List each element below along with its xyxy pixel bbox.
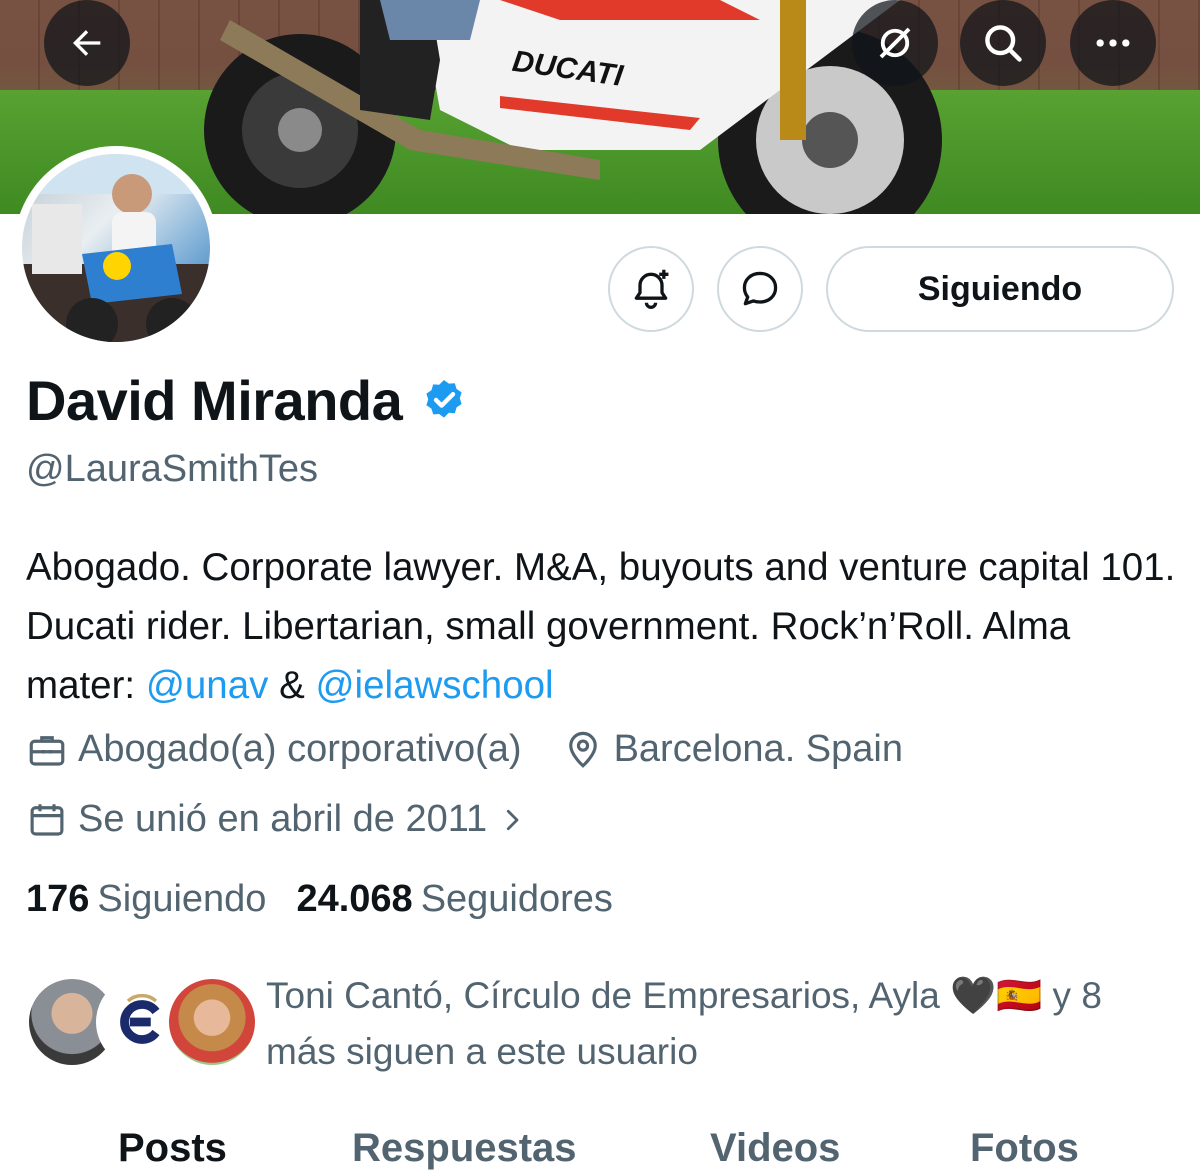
bio-and: & — [268, 664, 316, 707]
joined-text: Se unió en abril de 2011 — [78, 798, 488, 840]
profile-meta-row-1: Abogado(a) corporativo(a) Barcelona. Spa… — [26, 728, 943, 771]
location-item: Barcelona. Spain — [562, 728, 903, 771]
avatar — [166, 976, 258, 1068]
verified-badge-icon[interactable] — [420, 377, 468, 425]
bell-plus-icon — [634, 269, 669, 309]
tab-respuestas[interactable]: Respuestas — [352, 1126, 577, 1171]
followers-stat[interactable]: 24.068 Seguidores — [296, 878, 612, 921]
followers-count: 24.068 — [296, 878, 413, 920]
profession-text: Abogado(a) corporativo(a) — [78, 728, 522, 770]
profile-meta-row-2[interactable]: Se unió en abril de 2011 — [26, 798, 567, 841]
following-label: Siguiendo — [97, 878, 267, 920]
bio-mention-unav[interactable]: @unav — [146, 664, 269, 707]
chat-bubble-icon — [742, 271, 778, 306]
profile-handle: @LauraSmithTes — [26, 448, 319, 490]
profile-name-row: David Miranda — [26, 368, 468, 433]
arrow-left-icon — [73, 30, 101, 56]
profession-item: Abogado(a) corporativo(a) — [26, 728, 522, 771]
bio-mention-ielawschool[interactable]: @ielawschool — [315, 664, 553, 707]
back-button[interactable] — [44, 0, 130, 86]
followers-avatars — [26, 976, 258, 1068]
profile-avatar[interactable] — [14, 146, 218, 350]
followers-you-know-text: Toni Cantó, Círculo de Empresarios, Ayla… — [266, 975, 1102, 1072]
more-icon — [1096, 39, 1130, 47]
chevron-right-icon — [507, 809, 519, 830]
search-button[interactable] — [960, 0, 1046, 86]
briefcase-icon — [29, 735, 65, 766]
profile-bio: Abogado. Corporate lawyer. M&A, buyouts … — [26, 538, 1176, 715]
notifications-button[interactable] — [608, 246, 694, 332]
location-text: Barcelona. Spain — [613, 728, 903, 770]
profile-stats: 176 Siguiendo 24.068 Seguidores — [26, 878, 613, 921]
search-icon — [985, 25, 1022, 62]
joined-item[interactable]: Se unió en abril de 2011 — [26, 798, 527, 841]
more-button[interactable] — [1070, 0, 1156, 86]
calendar-icon — [30, 803, 64, 836]
grok-button[interactable] — [852, 0, 938, 86]
tab-videos[interactable]: Videos — [710, 1126, 840, 1171]
message-button[interactable] — [717, 246, 803, 332]
followers-you-know[interactable]: Toni Cantó, Círculo de Empresarios, Ayla… — [26, 968, 1176, 1072]
grok-icon — [879, 27, 911, 59]
profile-name: David Miranda — [26, 369, 403, 432]
profile-tabs: Posts Respuestas Videos Fotos — [0, 1120, 1200, 1171]
tab-fotos[interactable]: Fotos — [970, 1126, 1079, 1171]
followers-label: Seguidores — [420, 878, 613, 920]
avatar-photo — [22, 154, 210, 342]
following-count: 176 — [26, 878, 90, 920]
following-stat[interactable]: 176 Siguiendo — [26, 878, 266, 921]
tab-posts[interactable]: Posts — [118, 1126, 227, 1171]
following-button[interactable]: Siguiendo — [826, 246, 1174, 332]
location-pin-icon — [568, 731, 597, 768]
